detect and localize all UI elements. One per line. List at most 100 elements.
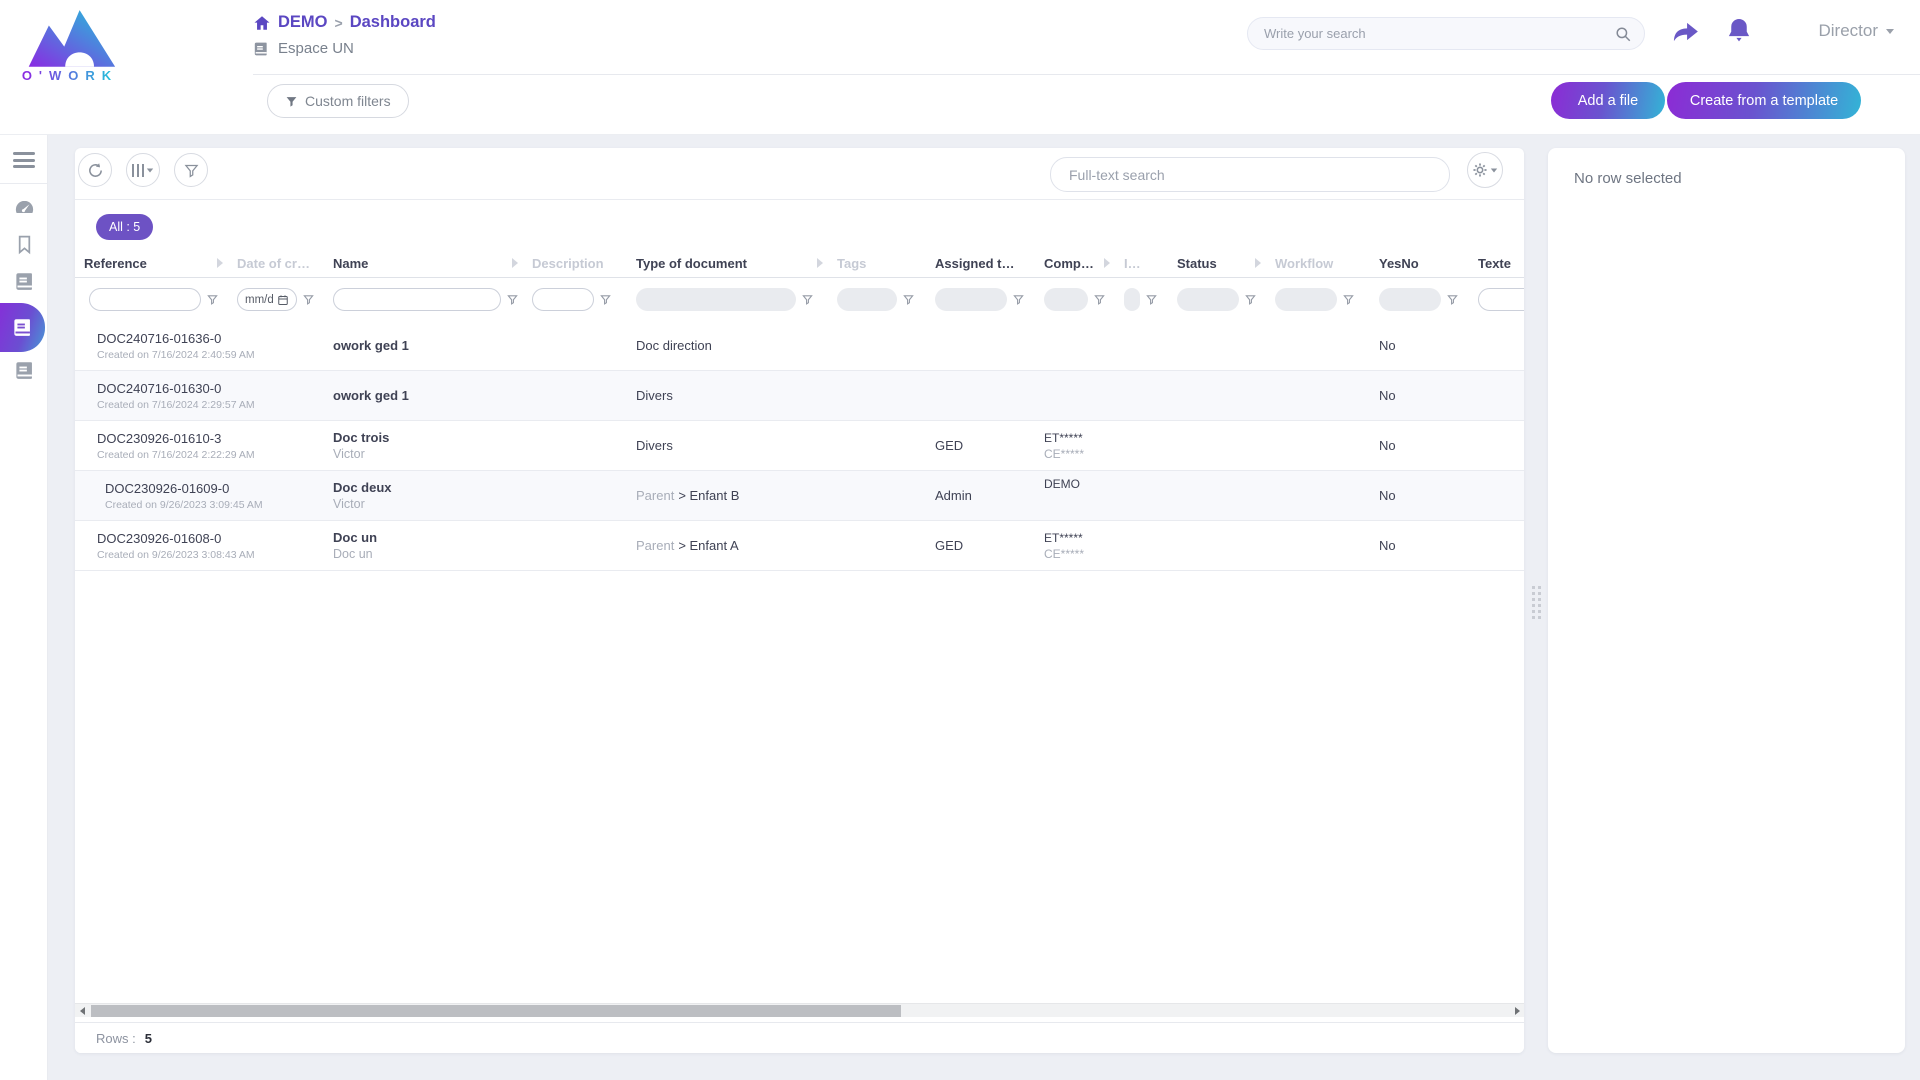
panel-resize-handle[interactable] [1532,586,1541,619]
document-yesno: No [1379,538,1478,553]
custom-filters-button[interactable]: Custom filters [267,84,409,118]
funnel-icon[interactable] [1245,294,1256,305]
sidebar-item-dashboard[interactable] [0,195,48,221]
sidebar-item-ged-active[interactable] [0,303,45,352]
column-header-comp[interactable]: Comp… [1044,256,1124,271]
book-icon [14,360,35,381]
document-company-2: CE***** [1044,547,1124,561]
filter-disabled-i [1124,288,1140,311]
document-assigned: GED [935,538,1044,553]
table-row[interactable]: DOC240716-01630-0 Created on 7/16/2024 2… [75,371,1524,421]
table-row[interactable]: DOC230926-01610-3 Created on 7/16/2024 2… [75,421,1524,471]
funnel-icon [285,95,298,108]
filter-input-texte[interactable] [1478,288,1524,311]
funnel-icon[interactable] [1013,294,1024,305]
custom-filters-label: Custom filters [305,93,391,109]
create-from-template-button[interactable]: Create from a template [1667,82,1861,119]
document-name: owork ged 1 [333,388,532,403]
bookmark-icon [14,234,35,255]
filter-date-input[interactable]: mm/d [237,288,297,311]
funnel-icon[interactable] [207,294,218,305]
column-header-tags[interactable]: Tags [837,256,935,271]
sidebar-item-library[interactable] [0,357,48,383]
document-type: Divers [636,438,673,453]
filter-disabled-yesno [1379,288,1441,311]
table-footer: Rows : 5 [75,1022,1524,1053]
share-icon[interactable] [1672,19,1700,45]
column-header-workflow[interactable]: Workflow [1275,256,1379,271]
user-role-menu[interactable]: Director [1818,21,1894,41]
space-subtitle: Espace UN [253,40,354,57]
refresh-button[interactable] [78,153,112,187]
scrollbar-thumb[interactable] [91,1005,901,1017]
funnel-icon[interactable] [303,294,314,305]
filter-button[interactable] [174,153,208,187]
funnel-icon[interactable] [903,294,914,305]
funnel-icon[interactable] [1343,294,1354,305]
column-header-yesno[interactable]: YesNo [1379,256,1478,271]
column-header-date[interactable]: Date of cr… [237,256,333,271]
document-name: Doc trois [333,430,532,445]
filter-disabled-comp [1044,288,1088,311]
document-created: Created on 7/16/2024 2:29:57 AM [97,399,255,411]
horizontal-scrollbar[interactable] [75,1003,1524,1017]
main-area: All : 5 Reference Date of cr… Name Descr… [48,135,1920,1080]
logo-mountain-icon [22,6,118,68]
bell-icon[interactable] [1726,17,1752,45]
funnel-icon [184,163,199,178]
sidebar-menu-toggle[interactable] [0,147,48,173]
arrow-right-icon [1515,1007,1520,1015]
column-header-type[interactable]: Type of document [636,256,837,271]
column-header-texte[interactable]: Texte [1478,256,1524,271]
breadcrumb-root[interactable]: DEMO [278,13,328,32]
table-row[interactable]: DOC230926-01608-0 Created on 9/26/2023 3… [75,521,1524,571]
funnel-icon[interactable] [507,294,518,305]
logo-text: O'WORK [16,68,124,83]
filter-input-description[interactable] [532,288,594,311]
column-header-description[interactable]: Description [532,256,636,271]
column-header-assigned[interactable]: Assigned t… [935,256,1044,271]
arrow-left-icon [80,1007,85,1015]
document-reference: DOC240716-01630-0 [97,381,255,396]
documents-table-card: All : 5 Reference Date of cr… Name Descr… [75,148,1524,1053]
fulltext-search-input[interactable] [1069,158,1429,191]
sidebar-item-documents[interactable] [0,268,48,294]
table-row[interactable]: DOC240716-01636-0 Created on 7/16/2024 2… [75,321,1524,371]
column-header-name[interactable]: Name [333,256,532,271]
home-icon[interactable] [253,14,271,32]
search-icon[interactable] [1614,25,1632,43]
table-settings-button[interactable] [1467,152,1503,188]
funnel-icon[interactable] [1447,294,1458,305]
filter-input-reference[interactable] [89,288,201,311]
header-divider [253,74,1920,75]
scroll-right-button[interactable] [1510,1004,1524,1018]
filter-input-name[interactable] [333,288,501,311]
document-company-1: ET***** [1044,531,1124,545]
sidebar [0,135,48,1080]
column-header-i[interactable]: I… [1124,256,1177,271]
columns-button[interactable] [126,153,160,187]
document-created: Created on 7/16/2024 2:22:29 AM [97,449,255,461]
sidebar-item-bookmarks[interactable] [0,231,48,257]
all-count-badge[interactable]: All : 5 [96,214,153,240]
breadcrumb-current[interactable]: Dashboard [350,13,436,32]
funnel-icon[interactable] [1146,294,1157,305]
document-yesno: No [1379,438,1478,453]
document-created: Created on 9/26/2023 3:09:45 AM [105,499,263,511]
calendar-icon [277,294,289,306]
scroll-left-button[interactable] [75,1004,89,1018]
funnel-icon[interactable] [802,294,813,305]
document-company-1: ET***** [1044,431,1124,445]
add-file-button[interactable]: Add a file [1551,82,1665,119]
funnel-icon[interactable] [1094,294,1105,305]
table-header-row: Reference Date of cr… Name Description T… [75,249,1524,278]
document-reference: DOC240716-01636-0 [97,331,255,346]
table-row[interactable]: w DOC230926-01609-0 Created on 9/26/2023… [75,471,1524,521]
funnel-icon[interactable] [600,294,611,305]
column-header-status[interactable]: Status [1177,256,1275,271]
sort-arrow-icon [1255,258,1261,268]
global-search-input[interactable] [1264,18,1604,49]
book-icon [253,41,269,57]
filter-disabled-assigned [935,288,1007,311]
column-header-reference[interactable]: Reference [75,256,237,271]
